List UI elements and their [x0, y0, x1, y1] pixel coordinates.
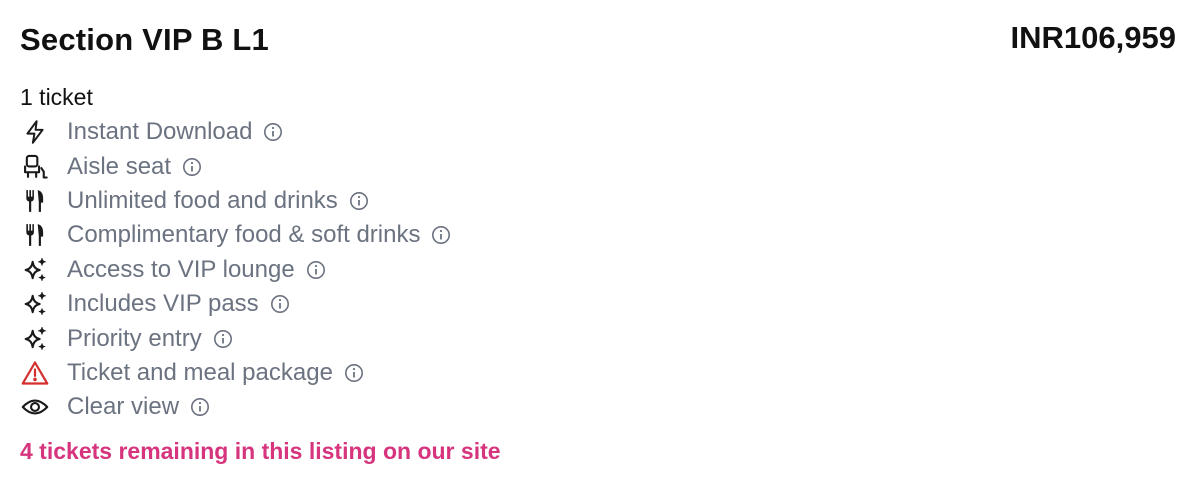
info-icon[interactable] — [269, 293, 291, 315]
feature-item-aisle-seat: Aisle seat — [20, 149, 452, 183]
feature-item-meal-package: Ticket and meal package — [20, 356, 452, 390]
ticket-listing-card: Section VIP B L1 INR106,959 1 ticket Ins… — [0, 0, 1200, 485]
sparkles-icon — [20, 324, 50, 354]
sparkles-icon — [20, 289, 50, 319]
ticket-quantity: 1 ticket — [20, 84, 93, 110]
feature-label: Clear view — [67, 393, 180, 421]
info-icon[interactable] — [343, 362, 365, 384]
feature-item-complimentary-food: Complimentary food & soft drinks — [20, 218, 452, 252]
feature-label: Complimentary food & soft drinks — [67, 221, 421, 249]
info-icon[interactable] — [189, 396, 211, 418]
feature-label: Aisle seat — [67, 152, 172, 180]
feature-item-unlimited-food: Unlimited food and drinks — [20, 184, 452, 218]
feature-label: Unlimited food and drinks — [67, 186, 338, 214]
sparkles-icon — [20, 255, 50, 285]
info-icon[interactable] — [430, 224, 452, 246]
feature-label: Priority entry — [67, 324, 202, 352]
feature-label: Ticket and meal package — [67, 358, 333, 386]
info-icon[interactable] — [348, 190, 370, 212]
feature-item-vip-lounge: Access to VIP lounge — [20, 253, 452, 287]
feature-item-clear-view: Clear view — [20, 390, 452, 424]
feature-item-priority-entry: Priority entry — [20, 321, 452, 355]
aisle-seat-icon — [20, 152, 50, 182]
feature-item-vip-pass: Includes VIP pass — [20, 287, 452, 321]
feature-list: Instant Download Aisle seat Unlimited fo… — [20, 115, 452, 425]
info-icon[interactable] — [262, 121, 284, 143]
lightning-icon — [20, 117, 50, 147]
info-icon[interactable] — [212, 328, 234, 350]
info-icon[interactable] — [181, 156, 203, 178]
eye-icon — [20, 392, 50, 422]
tickets-remaining-notice: 4 tickets remaining in this listing on o… — [20, 438, 501, 464]
feature-item-instant-download: Instant Download — [20, 115, 452, 149]
fork-knife-icon — [20, 220, 50, 250]
ticket-price: INR106,959 — [1010, 20, 1176, 55]
feature-label: Includes VIP pass — [67, 290, 259, 318]
feature-label: Instant Download — [67, 118, 253, 146]
feature-label: Access to VIP lounge — [67, 255, 295, 283]
section-title: Section VIP B L1 — [20, 22, 269, 57]
fork-knife-icon — [20, 186, 50, 216]
info-icon[interactable] — [305, 259, 327, 281]
warning-triangle-icon — [20, 358, 50, 388]
